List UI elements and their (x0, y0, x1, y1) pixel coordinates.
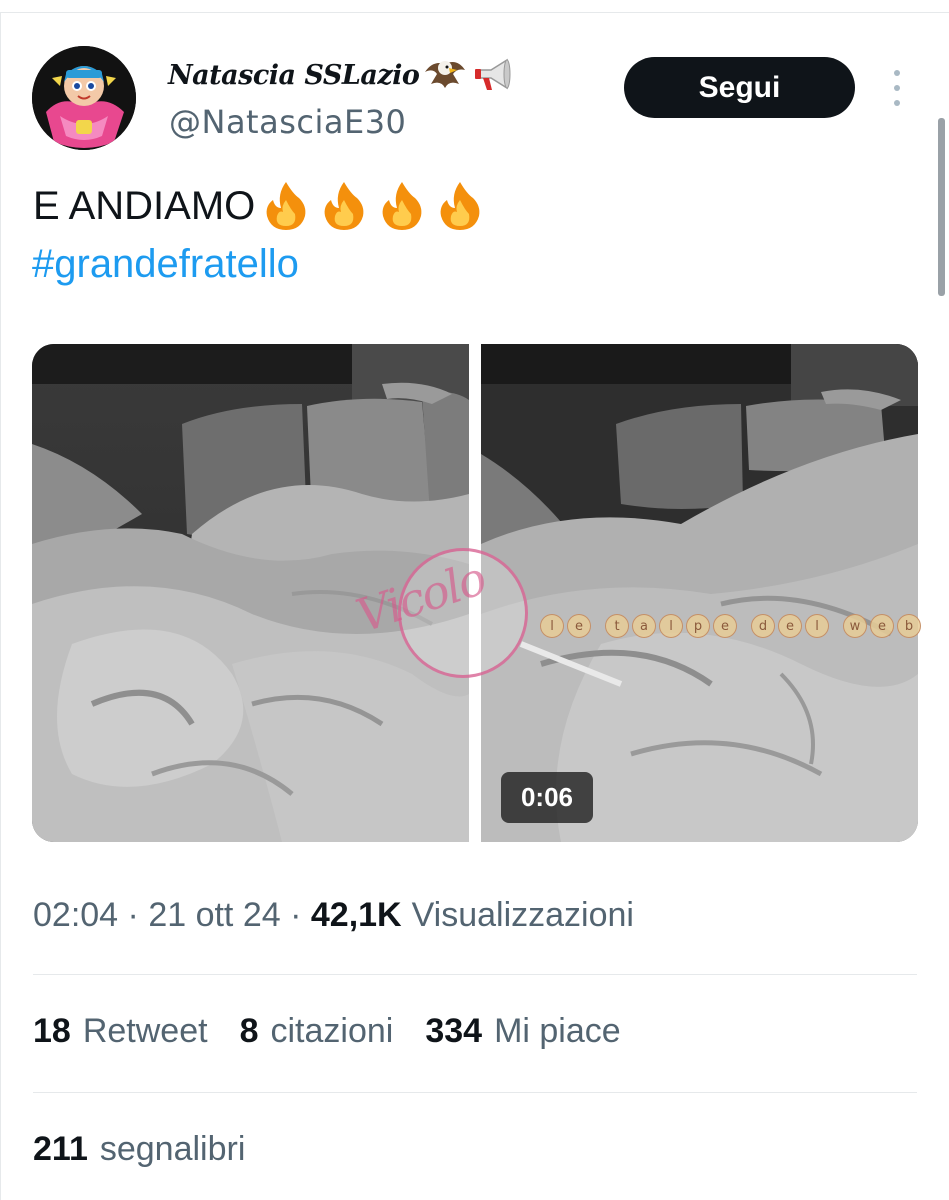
watermark-letter: e (870, 614, 894, 638)
watermark-letter: a (632, 614, 656, 638)
divider (33, 1092, 917, 1093)
watermark-letter: l (805, 614, 829, 638)
tweet-date[interactable]: 21 ott 24 (148, 896, 280, 935)
left-border (0, 12, 1, 1200)
likes-label: Mi piace (494, 1012, 621, 1050)
bookmarks-stat[interactable]: 211 segnalibri (33, 1130, 245, 1169)
bookmarks-count: 211 (33, 1130, 88, 1168)
engagement-stats: 18 Retweet 8 citazioni 334 Mi piace (33, 1012, 621, 1051)
tweet-text-content: E ANDIAMO (33, 184, 256, 228)
watermark-letter: l (540, 614, 564, 638)
fire-icon (382, 182, 422, 230)
watermark-letter: e (778, 614, 802, 638)
megaphone-icon (475, 58, 511, 90)
watermark-spacer (594, 614, 602, 636)
watermark-brand: l e t a l p e d e l w e b (540, 614, 921, 638)
follow-button[interactable]: Segui (624, 57, 855, 118)
video-duration-badge: 0:06 (501, 772, 593, 823)
quotes-count: 8 (239, 1012, 259, 1050)
fire-icon (266, 182, 306, 230)
emoji-group (261, 180, 485, 232)
top-border (0, 12, 949, 13)
watermark-letter: e (567, 614, 591, 638)
quotes-stat[interactable]: 8 citazioni (240, 1012, 394, 1051)
display-name[interactable]: Natascia SSLazio (168, 52, 515, 98)
watermark-letter: t (605, 614, 629, 638)
watermark-spacer (740, 614, 748, 636)
views-count: 42,1K (310, 896, 402, 934)
quotes-label: citazioni (270, 1012, 394, 1050)
tweet-time[interactable]: 02:04 (33, 896, 118, 935)
meta-separator: · (280, 896, 311, 934)
scrollbar[interactable] (938, 118, 945, 296)
retweets-count: 18 (33, 1012, 71, 1050)
user-handle[interactable]: @NatasciaE30 (169, 103, 406, 141)
video-frame-right[interactable] (481, 344, 918, 842)
tweet-meta: 02:04 · 21 ott 24 · 42,1K Visualizzazion… (33, 896, 634, 935)
display-name-text: Natascia SSLazio (168, 59, 420, 91)
more-options-icon[interactable] (884, 70, 910, 106)
avatar-image (32, 46, 136, 150)
meta-separator: · (118, 896, 149, 934)
likes-count: 334 (425, 1012, 483, 1050)
watermark-letter: e (713, 614, 737, 638)
watermark-spacer (832, 614, 840, 636)
watermark-letter: p (686, 614, 710, 638)
likes-stat[interactable]: 334 Mi piace (425, 1012, 620, 1051)
eagle-icon (425, 61, 466, 88)
hashtag-link[interactable]: #grandefratello (32, 242, 299, 287)
fire-icon (324, 182, 364, 230)
avatar[interactable] (32, 46, 136, 150)
watermark-letter: w (843, 614, 867, 638)
views-label: Visualizzazioni (411, 896, 634, 934)
watermark-letter: l (659, 614, 683, 638)
watermark-letter: b (897, 614, 921, 638)
tweet-text: E ANDIAMO (33, 180, 485, 232)
watermark-letter: d (751, 614, 775, 638)
retweets-stat[interactable]: 18 Retweet (33, 1012, 208, 1051)
divider (33, 974, 917, 975)
bookmarks-label: segnalibri (99, 1130, 246, 1168)
retweets-label: Retweet (82, 1012, 208, 1050)
fire-icon (440, 182, 480, 230)
